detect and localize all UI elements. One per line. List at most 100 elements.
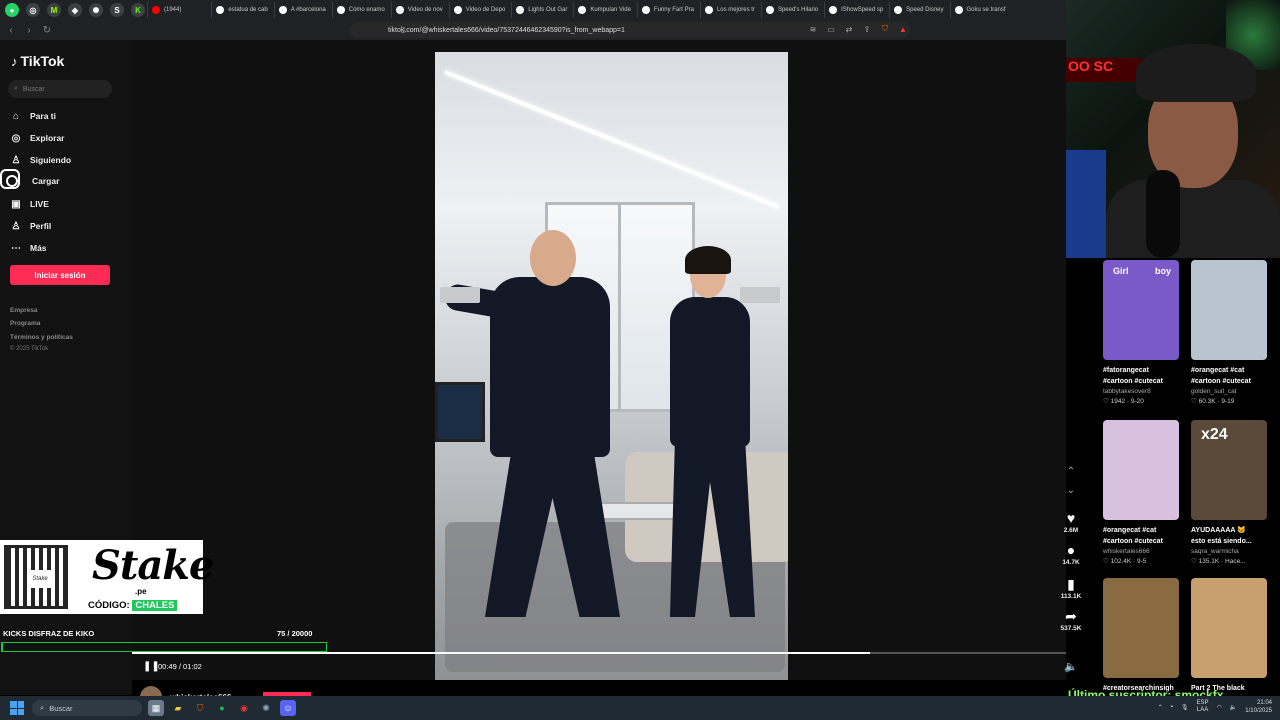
recommended-video-line1: #fatorangecat (1103, 367, 1149, 374)
taskbar-search[interactable]: ⌕ Buscar (32, 700, 142, 716)
share-arrow-icon: ➦ (1065, 608, 1077, 624)
browser-tab[interactable]: Los mejores tr (699, 2, 761, 18)
save-button[interactable]: ▮ 113.1K (1055, 577, 1087, 600)
recommended-video-card[interactable]: #creatorsearchinsigh (1103, 578, 1179, 694)
reload-icon[interactable]: ↻ (40, 23, 54, 37)
search-input[interactable]: ⌕ Buscar (8, 80, 112, 98)
recommended-video-author[interactable]: golden_suit_cat (1191, 387, 1267, 397)
sidebar-item-live[interactable]: ▣ LIVE (10, 198, 49, 210)
comment-button[interactable]: ● 14.7K (1055, 543, 1087, 566)
recommended-video-thumbnail[interactable] (1103, 420, 1179, 520)
recommended-video-card[interactable]: Part 2 The black (1191, 578, 1267, 694)
sidebar-item-para-ti[interactable]: ⌂ Para ti (10, 110, 56, 122)
recommended-video-thumbnail[interactable] (1191, 260, 1267, 360)
footer-link-programa[interactable]: Programa (10, 320, 40, 327)
browser-tab[interactable]: Kumpulan Vide (573, 2, 637, 18)
file-explorer-icon[interactable]: ▰ (170, 700, 186, 716)
previous-video-icon[interactable]: ⌃ (1067, 466, 1075, 477)
recommended-video-thumbnail[interactable] (1191, 578, 1267, 678)
volume-icon[interactable]: 🔈 (1064, 660, 1078, 673)
recommended-video-author[interactable]: whiskertales666 (1103, 547, 1179, 557)
video-progress-bar[interactable] (132, 652, 1066, 654)
clock[interactable]: 21:04 1/10/2025 (1245, 699, 1272, 715)
cast-icon[interactable]: ▭ (826, 24, 836, 34)
language-indicator[interactable]: ESP LAA (1197, 700, 1209, 714)
browser-tab[interactable]: Speed's Hilario (760, 2, 824, 18)
browser-tab[interactable]: IShowSpeed sp (824, 2, 889, 18)
browser-tab[interactable]: estatua de cab (211, 2, 273, 18)
kick-pinned-tab-icon[interactable]: K (131, 3, 145, 17)
brave-rewards-icon[interactable]: ▲ (898, 24, 908, 34)
recommended-video-line2: esto está siendo... (1191, 538, 1252, 545)
next-video-icon[interactable]: ⌄ (1067, 485, 1075, 496)
webcam-chair (1066, 150, 1106, 258)
kicks-goal: KICKS DISFRAZ DE KIKO 75 / 20000 (0, 629, 328, 641)
recommended-video-card[interactable]: x24 AYUDAAAAA 🐱 esto está siendo... saqra_w… (1191, 420, 1267, 567)
tiktok-logo[interactable]: ♪ TikTok (11, 53, 64, 69)
steam-pinned-tab-icon[interactable]: ✺ (89, 3, 103, 17)
brave-browser-icon[interactable]: ⛉ (192, 700, 208, 716)
recommended-video-stats: ♡ 60.3K · 9-19 (1191, 398, 1235, 405)
profile-icon: ♙ (11, 220, 21, 232)
windows-start-icon[interactable] (10, 701, 24, 715)
kicks-goal-fill (2, 643, 4, 651)
tiktok-tab-icon (336, 6, 345, 14)
recommended-video-card[interactable]: #orangecat #cat #cartoon #cutecat whiskert… (1103, 420, 1179, 567)
tray-mic-icon[interactable]: 🎙 (1181, 704, 1189, 711)
browser-tab[interactable]: Cómo enamo (331, 2, 391, 18)
footer-link-terminos[interactable]: Términos y políticas (10, 334, 73, 341)
s-pinned-tab-icon[interactable]: S (110, 3, 124, 17)
tray-chevron-icon[interactable]: ⌃ (1158, 704, 1163, 711)
sidebar-item-mas[interactable]: ⋯ Más (10, 242, 47, 254)
diamond-pinned-tab-icon[interactable]: ◆ (68, 3, 82, 17)
sidebar-item-siguiendo[interactable]: ♙ Siguiendo (10, 154, 72, 166)
browser-tab[interactable]: Video de nov (390, 2, 449, 18)
spotify-icon[interactable]: ● (214, 700, 230, 716)
browser-tab[interactable]: A #barcelona (273, 2, 332, 18)
bookmark-icon[interactable]: ▯ (398, 24, 408, 34)
chrome-icon[interactable]: ◉ (236, 700, 252, 716)
thumbnail-caption: x24 (1201, 426, 1228, 443)
tune-icon[interactable]: ≋ (808, 24, 818, 34)
webcam-shirt (1106, 180, 1280, 258)
browser-tab[interactable]: Funny Fart Pra (636, 2, 700, 18)
browser-tab[interactable]: Goku se transf (949, 2, 1012, 18)
widgets-icon[interactable]: ▦ (148, 700, 164, 716)
recommended-video-author[interactable]: tabbytakesover8 (1103, 387, 1179, 397)
recommended-video-card[interactable]: Girl boy #fatorangecat #cartoon #cutecat tab… (1103, 260, 1179, 407)
volume-tray-icon[interactable]: 🔈 (1230, 704, 1237, 711)
share-button[interactable]: ➦ 537.5K (1055, 609, 1087, 632)
recommended-video-thumbnail[interactable]: Girl boy (1103, 260, 1179, 360)
app-pinned-tab-icon[interactable]: M (47, 3, 61, 17)
sidebar-item-explorar[interactable]: ◎ Explorar (10, 132, 65, 144)
footer-link-empresa[interactable]: Empresa (10, 307, 37, 314)
recommended-video-card[interactable]: #orangecat #cat #cartoon #cutecat golden_s… (1191, 260, 1267, 407)
tiktok-note-icon: ♪ (11, 53, 18, 69)
search-icon: ⌕ (40, 703, 45, 712)
share-icon[interactable]: ⇪ (862, 24, 872, 34)
video-player[interactable] (435, 52, 788, 680)
back-icon[interactable]: ‹ (4, 23, 18, 37)
recommended-video-author[interactable]: saqra_warmicha (1191, 547, 1267, 557)
browser-tab[interactable]: Speed Disney (889, 2, 949, 18)
like-button[interactable]: ♥ 2.6M (1055, 511, 1087, 534)
recommended-video-thumbnail[interactable] (1103, 578, 1179, 678)
chrome-pinned-tab-icon[interactable]: ◎ (26, 3, 40, 17)
forward-icon[interactable]: › (22, 23, 36, 37)
steam-icon[interactable]: ✺ (258, 700, 274, 716)
browser-tab[interactable]: Lights Out Gar (511, 2, 573, 18)
wifi-icon[interactable]: ◠ (1217, 704, 1222, 711)
discord-icon[interactable]: ☺ (280, 700, 296, 716)
browser-tab[interactable]: (1944) (147, 2, 187, 18)
tray-app-icon[interactable]: ▪ (1171, 704, 1173, 710)
whatsapp-pinned-tab-icon[interactable]: ● (5, 3, 19, 17)
browser-tab[interactable]: Video de Depo (448, 2, 512, 18)
translate-icon[interactable]: ⇄ (844, 24, 854, 34)
tiktok-tab-icon (829, 6, 838, 14)
login-button[interactable]: Iniciar sesión (10, 265, 110, 285)
browser-tab-strip: ● ◎ M ◆ ✺ S K (1944) estatua de cab A #b… (0, 0, 1066, 20)
recommended-video-thumbnail[interactable]: x24 (1191, 420, 1267, 520)
brave-shield-icon[interactable]: ⛉ (880, 24, 890, 34)
tiktok-tab-icon (395, 6, 404, 14)
sidebar-item-perfil[interactable]: ♙ Perfil (10, 220, 52, 232)
